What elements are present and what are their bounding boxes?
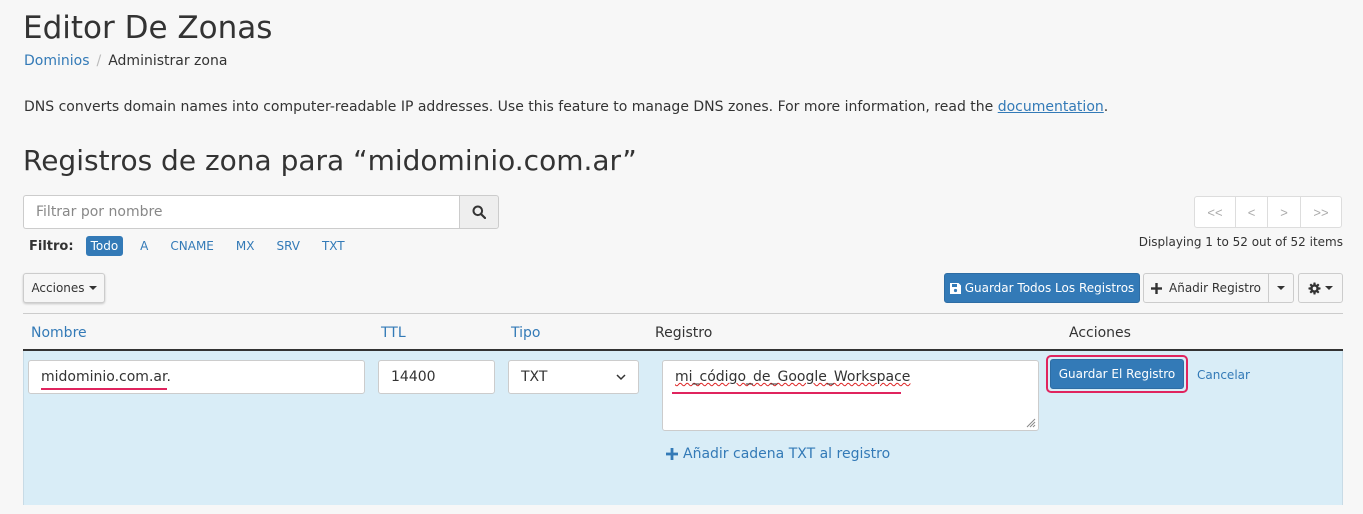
actions-dropdown-button[interactable]: Acciones [23, 273, 105, 303]
add-record-dropdown-toggle[interactable] [1268, 273, 1294, 303]
search-bar [23, 195, 499, 229]
description-text: DNS converts domain names into computer-… [24, 99, 998, 115]
breadcrumb: Dominios / Administrar zona [24, 53, 227, 69]
actions-label: Acciones [31, 281, 85, 295]
prev-page-button[interactable]: < [1235, 196, 1268, 228]
record-value: mi_código_de_Google_Workspace [675, 369, 911, 385]
gear-icon [1308, 281, 1321, 295]
resize-handle-icon[interactable] [1026, 418, 1036, 428]
column-type-header[interactable]: Tipo [511, 325, 540, 341]
breadcrumb-separator: / [96, 53, 102, 69]
page-title: Editor De Zonas [23, 10, 273, 46]
edit-record-row: midominio.com.ar. 14400 TXT mi_código_de… [23, 351, 1343, 505]
description-suffix: . [1103, 99, 1109, 115]
name-annotation-underline [41, 388, 167, 390]
add-txt-string-label: Añadir cadena TXT al registro [683, 446, 891, 462]
add-record-button[interactable]: Añadir Registro [1143, 273, 1269, 303]
type-select[interactable]: TXT [508, 360, 639, 394]
next-page-button[interactable]: > [1267, 196, 1301, 228]
filter-label: Filtro: [29, 238, 74, 254]
page-description: DNS converts domain names into computer-… [24, 99, 1108, 115]
filter-all[interactable]: Todo [85, 236, 124, 256]
last-page-button[interactable]: >> [1300, 196, 1342, 228]
filter-cname[interactable]: CNAME [165, 236, 219, 256]
caret-down-icon [1277, 286, 1285, 290]
zone-title: Registros de zona para “midominio.com.ar… [23, 144, 637, 177]
save-all-records-button[interactable]: Guardar Todos Los Registros [944, 273, 1140, 303]
filter-srv[interactable]: SRV [271, 236, 305, 256]
save-icon [949, 282, 961, 294]
cancel-link[interactable]: Cancelar [1197, 368, 1250, 382]
pagination: << < > >> [1194, 196, 1342, 228]
column-record-header: Registro [655, 325, 713, 341]
breadcrumb-domains-link[interactable]: Dominios [24, 53, 90, 69]
record-textarea[interactable]: mi_código_de_Google_Workspace [662, 360, 1039, 431]
filter-mx[interactable]: MX [231, 236, 260, 256]
name-value: midominio.com.ar. [41, 369, 171, 385]
column-name-header[interactable]: Nombre [31, 325, 87, 341]
save-record-button[interactable]: Guardar El Registro [1050, 359, 1184, 389]
documentation-link[interactable]: documentation [998, 99, 1104, 115]
search-input[interactable] [23, 195, 459, 229]
filter-a[interactable]: A [135, 236, 153, 256]
filter-txt[interactable]: TXT [317, 236, 350, 256]
breadcrumb-current: Administrar zona [108, 53, 228, 69]
search-icon [472, 205, 486, 219]
ttl-value: 14400 [391, 369, 436, 385]
first-page-button[interactable]: << [1194, 196, 1236, 228]
record-annotation-underline [672, 392, 901, 394]
column-ttl-header[interactable]: TTL [381, 325, 406, 341]
table-header: Nombre TTL Tipo Registro Acciones [23, 313, 1343, 351]
caret-down-icon [88, 286, 97, 290]
settings-dropdown-button[interactable] [1298, 273, 1343, 303]
search-button[interactable] [459, 195, 499, 229]
caret-down-icon [1325, 286, 1333, 290]
filter-bar: Filtro: Todo A CNAME MX SRV TXT [29, 236, 362, 256]
plus-icon [666, 448, 678, 460]
type-value: TXT [521, 369, 548, 385]
ttl-field[interactable]: 14400 [378, 360, 495, 394]
add-txt-string-link[interactable]: Añadir cadena TXT al registro [666, 446, 890, 462]
save-all-label: Guardar Todos Los Registros [964, 281, 1135, 295]
pagination-status: Displaying 1 to 52 out of 52 items [1138, 235, 1343, 249]
column-actions-header: Acciones [1069, 325, 1131, 341]
chevron-down-icon [616, 373, 626, 380]
save-record-label: Guardar El Registro [1058, 367, 1176, 381]
add-record-label: Añadir Registro [1169, 281, 1261, 295]
plus-icon [1151, 282, 1163, 294]
